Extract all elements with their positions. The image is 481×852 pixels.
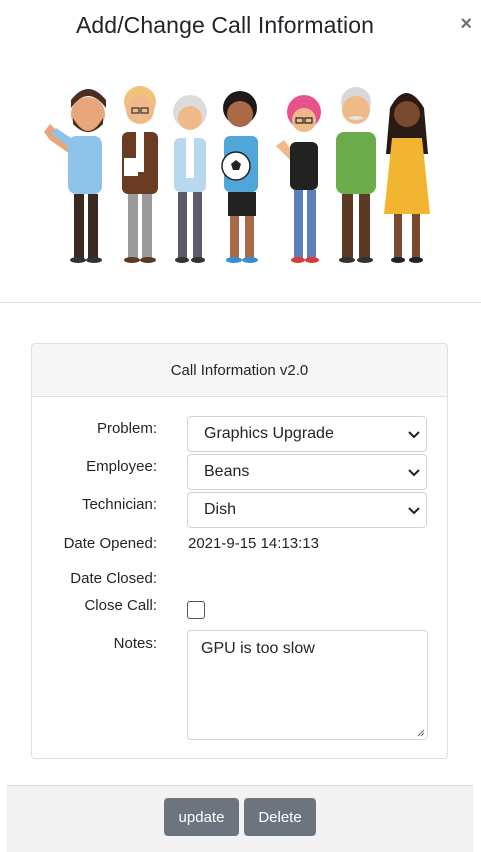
- person-figure: [44, 89, 106, 263]
- technician-label: Technician:: [81, 496, 157, 513]
- person-figure: [384, 93, 430, 263]
- person-figure: [221, 91, 258, 263]
- date-closed-label: Date Closed:: [70, 570, 157, 587]
- close-icon[interactable]: ×: [460, 12, 472, 36]
- problem-label: Problem:: [96, 420, 157, 437]
- date-opened-value: 2021-9-15 14:13:13: [188, 535, 319, 552]
- notes-textarea[interactable]: GPU is too slow: [187, 630, 428, 740]
- delete-button[interactable]: Delete: [244, 798, 316, 836]
- header-divider: [0, 302, 481, 303]
- modal-footer: update Delete: [7, 785, 473, 852]
- resize-handle-icon[interactable]: [417, 729, 425, 737]
- date-opened-label: Date Opened:: [63, 535, 157, 552]
- notes-label: Notes:: [113, 635, 157, 652]
- notes-text: GPU is too slow: [201, 640, 315, 657]
- call-info-card: Call Information v2.0 Problem: Graphics …: [31, 343, 448, 759]
- technician-select-value: Dish: [204, 501, 237, 518]
- person-figure: [122, 86, 158, 263]
- technician-select[interactable]: Dish: [187, 492, 427, 528]
- chevron-down-icon: [408, 469, 420, 477]
- employee-select-value: Beans: [204, 463, 250, 480]
- problem-select-value: Graphics Upgrade: [204, 425, 334, 442]
- person-figure: [173, 95, 207, 263]
- close-call-label: Close Call:: [84, 597, 157, 614]
- problem-select[interactable]: Graphics Upgrade: [187, 416, 427, 452]
- people-illustration: [44, 86, 430, 263]
- modal-title: Add/Change Call Information: [75, 12, 375, 38]
- employee-label: Employee:: [86, 458, 157, 475]
- close-call-checkbox[interactable]: [187, 601, 205, 619]
- person-figure: [276, 95, 321, 263]
- person-figure: [336, 87, 376, 263]
- update-button[interactable]: update: [164, 798, 239, 836]
- chevron-down-icon: [408, 431, 420, 439]
- card-header: Call Information v2.0: [32, 344, 447, 397]
- employee-select[interactable]: Beans: [187, 454, 427, 490]
- chevron-down-icon: [408, 507, 420, 515]
